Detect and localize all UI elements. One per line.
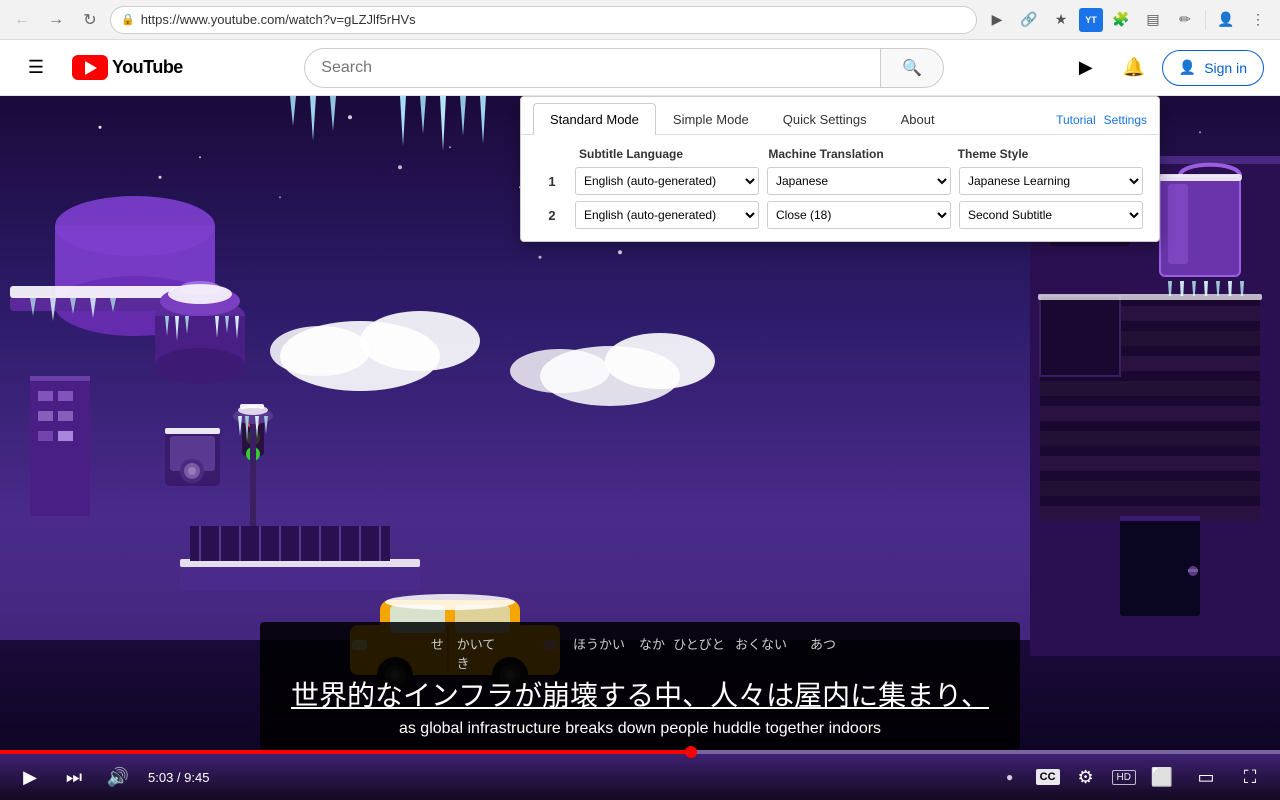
extension-popup: Standard Mode Simple Mode Quick Settings… <box>520 96 1160 242</box>
divider <box>1205 10 1206 30</box>
video-container: Standard Mode Simple Mode Quick Settings… <box>0 96 1280 800</box>
col-header-theme: Theme Style <box>958 147 1139 161</box>
refresh-button[interactable]: ↻ <box>76 6 104 34</box>
play-button[interactable]: ▶ <box>12 759 48 795</box>
more-button[interactable]: ⋮ <box>1244 6 1272 34</box>
ruby-okunai: おくない <box>731 634 791 672</box>
row2-machine-trans-select[interactable]: Close (18) Japanese Korean <box>767 201 951 229</box>
ruby-atsu: あつ <box>793 634 853 672</box>
ruby-houkai: ほうかい <box>563 634 635 672</box>
menu-button[interactable]: ☰ <box>16 48 56 88</box>
tutorial-link[interactable]: Tutorial <box>1056 113 1096 127</box>
tab-quick-settings[interactable]: Quick Settings <box>766 103 884 135</box>
search-input[interactable] <box>304 48 880 88</box>
browser-chrome: ← → ↻ 🔒 https://www.youtube.com/watch?v=… <box>0 0 1280 40</box>
lock-icon: 🔒 <box>121 13 135 26</box>
split-button[interactable]: ✏ <box>1171 6 1199 34</box>
subtitle-english: as global infrastructure breaks down peo… <box>280 720 1000 738</box>
browser-actions: ▶ 🔗 ★ YT 🧩 ▤ ✏ 👤 ⋮ <box>983 6 1272 34</box>
sign-in-icon: 👤 <box>1179 59 1196 76</box>
row2-theme-select[interactable]: Second Subtitle Default Dark Mode <box>959 201 1143 229</box>
bookmark-button[interactable]: ★ <box>1047 6 1075 34</box>
time-display: 5:03 / 9:45 <box>148 770 209 785</box>
sign-in-button[interactable]: 👤 Sign in <box>1162 50 1264 86</box>
popup-body: Subtitle Language Machine Translation Th… <box>521 135 1159 241</box>
time-current: 5:03 <box>148 770 173 785</box>
cc-button[interactable]: CC <box>1036 769 1060 785</box>
row1-theme-select[interactable]: Japanese Learning Default Dark Mode <box>959 167 1143 195</box>
row2-num: 2 <box>537 208 567 223</box>
row2-subtitle-lang-select[interactable]: English (auto-generated) Japanese Korean <box>575 201 759 229</box>
ruby-hitobito: ひとびと <box>669 634 729 672</box>
time-total: 9:45 <box>184 770 209 785</box>
share-button[interactable]: 🔗 <box>1015 6 1043 34</box>
tab-about[interactable]: About <box>884 103 952 135</box>
hd-badge: HD <box>1112 770 1136 785</box>
youtube-logo[interactable]: YouTube <box>72 55 183 80</box>
profile-button[interactable]: 👤 <box>1212 6 1240 34</box>
ruby-infra <box>501 634 561 672</box>
settings-popup-btn[interactable]: ● <box>992 759 1028 795</box>
col-header-machine-trans: Machine Translation <box>768 147 949 161</box>
time-separator: / <box>173 770 184 785</box>
tab-standard-mode[interactable]: Standard Mode <box>533 103 656 135</box>
yt-dual-subs-extension[interactable]: YT <box>1079 8 1103 32</box>
address-bar[interactable]: 🔒 https://www.youtube.com/watch?v=gLZJlf… <box>110 6 977 34</box>
back-button[interactable]: ← <box>8 6 36 34</box>
url-text: https://www.youtube.com/watch?v=gLZJlf5r… <box>141 12 966 27</box>
volume-button[interactable]: 🔊 <box>100 759 136 795</box>
notifications-button[interactable]: 🔔 <box>1114 48 1154 88</box>
clouds <box>260 276 760 456</box>
subtitle-japanese: せ かいてき ほうかい なか ひとびと おくない あつ 世界的なインフラが崩壊す… <box>280 634 1000 714</box>
puzzle-icon[interactable]: 🧩 <box>1107 6 1135 34</box>
theater-button[interactable]: ▭ <box>1188 759 1224 795</box>
forward-button[interactable]: → <box>42 6 70 34</box>
next-button[interactable]: ⏭ <box>56 759 92 795</box>
right-actions: ▶ 🔔 👤 Sign in <box>1066 48 1264 88</box>
row1-subtitle-lang-select[interactable]: English (auto-generated) Japanese Korean <box>575 167 759 195</box>
tab-simple-mode[interactable]: Simple Mode <box>656 103 766 135</box>
ruby-naka: なか <box>637 634 667 672</box>
subtitle-overlay: せ かいてき ほうかい なか ひとびと おくない あつ 世界的なインフラが崩壊す… <box>260 622 1020 750</box>
row1-num: 1 <box>537 174 567 189</box>
search-bar: 🔍 <box>304 48 944 88</box>
search-container: 🔍 <box>199 48 1050 88</box>
popup-links: Tutorial Settings <box>1056 105 1147 133</box>
search-button[interactable]: 🔍 <box>880 48 944 88</box>
sign-in-label: Sign in <box>1204 60 1247 76</box>
cast2-button[interactable]: ▤ <box>1139 6 1167 34</box>
cast-button[interactable]: ▶ <box>983 6 1011 34</box>
video-create-button[interactable]: ▶ <box>1066 48 1106 88</box>
row1-machine-trans-select[interactable]: Japanese Korean Chinese <box>767 167 951 195</box>
youtube-logo-icon <box>72 55 108 80</box>
ruby-sekai: せ かいてき <box>427 634 499 672</box>
youtube-logo-text: YouTube <box>112 57 183 78</box>
popup-tab-bar: Standard Mode Simple Mode Quick Settings… <box>521 97 1159 135</box>
jp-text-main: 世界的なインフラが崩壊する中、人々は屋内に集まり、 <box>291 674 989 714</box>
settings-link[interactable]: Settings <box>1104 113 1147 127</box>
video-controls: ▶ ⏭ 🔊 5:03 / 9:45 ● CC ⚙ HD ⬜ ▭ ⛶ <box>0 754 1280 800</box>
miniplayer-button[interactable]: ⬜ <box>1144 759 1180 795</box>
settings-button[interactable]: ⚙ <box>1068 759 1104 795</box>
col-header-subtitle: Subtitle Language <box>579 147 760 161</box>
fullscreen-button[interactable]: ⛶ <box>1232 759 1268 795</box>
youtube-header: ☰ YouTube 🔍 ▶ 🔔 👤 Sign in <box>0 40 1280 96</box>
